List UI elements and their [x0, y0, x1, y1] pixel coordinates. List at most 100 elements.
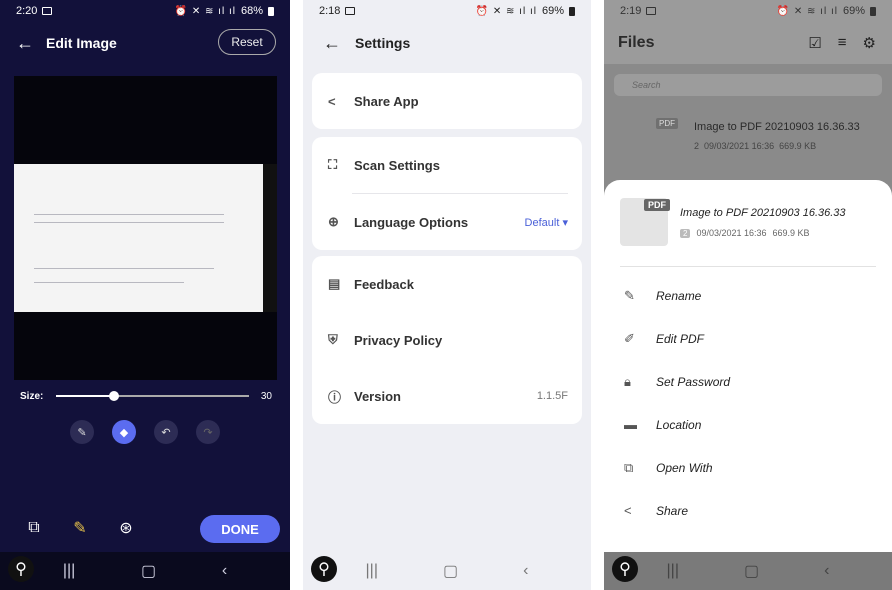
language-options-item[interactable]: ⊕ Language Options Default ▾	[312, 194, 582, 250]
privacy-policy-label: Privacy Policy	[354, 332, 443, 348]
redo-icon[interactable]: ↷	[196, 420, 220, 444]
version-label: Version	[354, 388, 401, 404]
back-arrow-icon[interactable]: ←	[323, 33, 355, 54]
search-placeholder: Search	[632, 80, 661, 90]
share-icon: <	[328, 93, 336, 109]
privacy-policy-item[interactable]: ⛨ Privacy Policy	[312, 312, 582, 368]
menu-edit-pdf[interactable]: ✐ Edit PDF	[604, 317, 892, 360]
info-icon: ⓘ	[328, 389, 342, 405]
app-bar: Files ☑ ≡ ⚙	[604, 22, 892, 64]
app-bar: ← Edit Image Reset	[0, 26, 290, 60]
battery-icon	[870, 6, 876, 16]
status-bar: 2:20 ⏰ ✕ ≋ ıl ıl 68%	[0, 0, 290, 22]
undo-icon[interactable]: ↶	[154, 420, 178, 444]
home-icon[interactable]: ▢	[443, 561, 458, 581]
select-icon[interactable]: ☑	[808, 34, 821, 52]
status-bar: 2:19 ⏰ ✕ ≋ ıl ıl 69%	[604, 0, 892, 22]
done-button[interactable]: DONE	[200, 515, 280, 543]
menu-share[interactable]: < Share	[604, 489, 892, 532]
crop-icon[interactable]: ⧉	[22, 516, 46, 540]
pencil-icon[interactable]: ✎	[70, 420, 94, 444]
back-icon[interactable]: ‹	[523, 562, 528, 580]
recents-icon[interactable]: |||	[63, 562, 75, 580]
search-input[interactable]: Search	[614, 74, 882, 96]
lock-icon: 🔒︎	[624, 373, 631, 389]
pdf-badge: PDF	[644, 199, 670, 211]
menu-location[interactable]: ▬ Location	[604, 403, 892, 446]
edit-icon: ✐	[624, 330, 635, 346]
size-value: 30	[260, 390, 272, 402]
scan-settings-label: Scan Settings	[354, 157, 440, 173]
app-bar: ← Settings	[303, 26, 591, 60]
slider-thumb[interactable]	[108, 391, 119, 401]
status-icons: ⏰ ✕ ≋ ıl ıl	[776, 5, 838, 17]
share-app-item[interactable]: < Share App	[312, 73, 582, 129]
draw-icon[interactable]: ✎	[68, 516, 92, 540]
back-icon[interactable]: ‹	[222, 562, 227, 580]
battery-icon	[268, 6, 274, 16]
document-image[interactable]	[14, 164, 277, 312]
page-title: Settings	[355, 35, 411, 51]
globe-icon: ⊕	[328, 214, 339, 229]
page-title: Edit Image	[46, 35, 117, 51]
settings-screen: 2:18 ⏰ ✕ ≋ ıl ıl 69% ← Settings < Share Ap…	[303, 0, 591, 590]
feedback-item[interactable]: ▤ Feedback	[312, 256, 582, 312]
version-item: ⓘ Version 1.1.5F	[312, 368, 582, 424]
back-icon[interactable]: ‹	[824, 562, 829, 580]
system-nav-bar: ||| ▢ ‹	[0, 552, 290, 590]
drawing-tools: ✎ ◆ ↶ ↷	[0, 420, 290, 444]
menu-set-password[interactable]: 🔒︎ Set Password	[604, 360, 892, 403]
sort-icon[interactable]: ≡	[838, 34, 847, 52]
magnifier-icon[interactable]: ⚲	[8, 556, 34, 582]
page-count: 2	[680, 228, 691, 238]
home-icon[interactable]: ▢	[141, 561, 156, 581]
version-value: 1.1.5F	[536, 390, 568, 402]
file-name: Image to PDF 20210903 16.36.33	[694, 121, 860, 133]
menu-rename[interactable]: ✎ Rename	[604, 274, 892, 317]
recents-icon[interactable]: |||	[667, 562, 679, 580]
reset-button[interactable]: Reset	[218, 29, 276, 55]
pencil-icon: ✎	[624, 287, 635, 303]
scan-settings-item[interactable]: ⛶ Scan Settings	[312, 137, 582, 193]
gallery-icon	[345, 7, 356, 15]
status-time: 2:20	[16, 5, 38, 17]
recents-icon[interactable]: |||	[366, 562, 378, 580]
system-nav-bar: ||| ▢ ‹	[303, 552, 591, 590]
filters-icon[interactable]: ⊛	[114, 516, 138, 540]
battery-percent: 69%	[541, 5, 564, 17]
settings-card-scan: ⛶ Scan Settings ⊕ Language Options Default…	[312, 137, 582, 250]
status-icons: ⏰ ✕ ≋ ıl ıl	[475, 5, 537, 17]
share-icon: <	[624, 503, 632, 518]
action-menu: ✎ Rename ✐ Edit PDF 🔒︎ Set Password ▬ Locati…	[604, 274, 892, 532]
feedback-icon: ▤	[328, 276, 341, 291]
share-app-label: Share App	[354, 93, 419, 109]
gallery-icon	[42, 7, 53, 15]
magnifier-icon[interactable]: ⚲	[612, 556, 638, 582]
battery-icon	[569, 6, 575, 16]
status-time: 2:18	[319, 5, 341, 17]
file-meta: 2 09/03/2021 16:36 669.9 KB	[694, 141, 817, 151]
battery-percent: 68%	[240, 5, 263, 17]
gallery-icon	[646, 7, 657, 15]
battery-percent: 69%	[842, 5, 865, 17]
shield-icon: ⛨	[328, 332, 338, 347]
settings-card-share: < Share App	[312, 73, 582, 129]
open-external-icon: ⧉	[624, 459, 634, 475]
home-icon[interactable]: ▢	[744, 561, 759, 581]
file-meta: 2 09/03/2021 16:36 669.9 KB	[680, 228, 810, 238]
dropdown-caret-icon: ▾	[562, 216, 568, 229]
language-dropdown[interactable]: Default ▾	[525, 216, 568, 229]
menu-open-with[interactable]: ⧉ Open With	[604, 446, 892, 489]
files-screen: 2:19 ⏰ ✕ ≋ ıl ıl 69% Files ☑ ≡ ⚙ Search P…	[604, 0, 892, 590]
eraser-icon[interactable]: ◆	[112, 420, 136, 444]
status-time: 2:19	[620, 5, 642, 17]
file-actions-sheet: PDF Image to PDF 20210903 16.36.33 2 09/…	[604, 180, 892, 552]
brush-size-slider[interactable]	[56, 391, 249, 401]
magnifier-icon[interactable]: ⚲	[311, 556, 337, 582]
pdf-badge: PDF	[656, 118, 678, 129]
language-options-label: Language Options	[354, 214, 469, 230]
settings-icon[interactable]: ⚙	[863, 34, 876, 52]
back-arrow-icon[interactable]: ←	[16, 33, 46, 54]
status-icons: ⏰ ✕ ≋ ıl ıl	[174, 5, 236, 17]
size-label: Size:	[20, 390, 44, 402]
